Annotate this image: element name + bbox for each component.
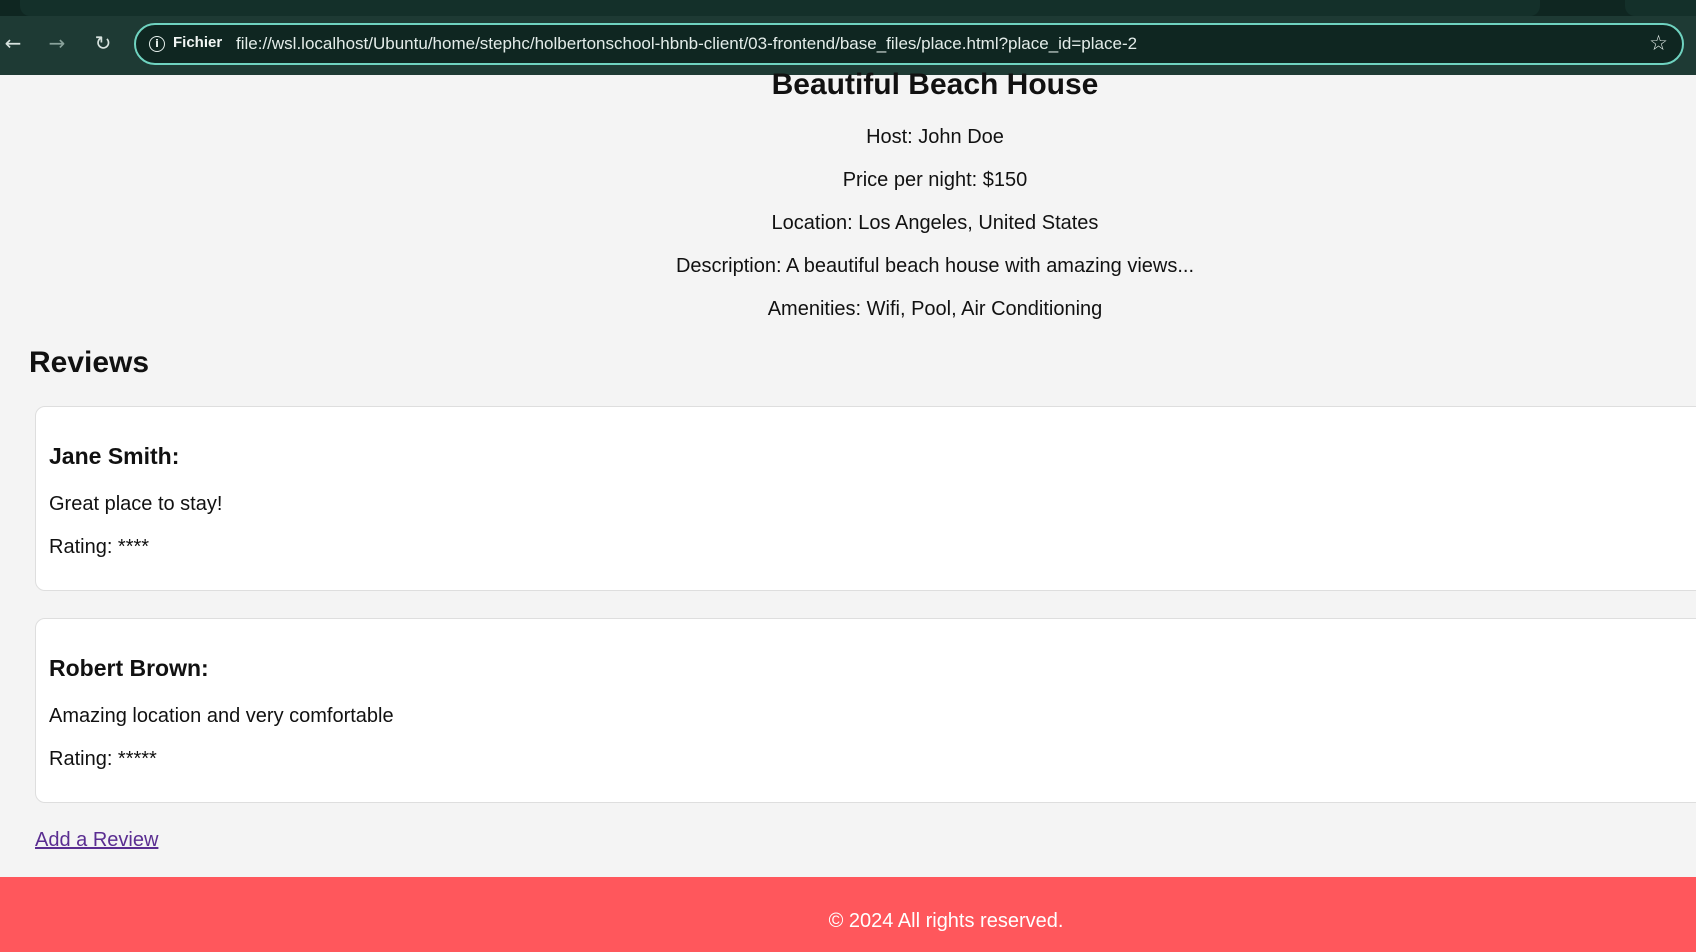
place-host: Host: John Doe (866, 126, 1004, 148)
review-comment: Amazing location and very comfortable (49, 705, 394, 727)
browser-tab[interactable] (20, 0, 1540, 16)
review-comment: Great place to stay! (49, 493, 223, 515)
review-author: Jane Smith: (49, 443, 180, 469)
footer: © 2024 All rights reserved. (0, 877, 1696, 952)
reload-button[interactable]: ↻ (90, 30, 116, 56)
url-text[interactable]: file://wsl.localhost/Ubuntu/home/stephc/… (236, 34, 1137, 54)
page: ← → ↻ i Fichier file://wsl.localhost/Ubu… (0, 0, 1696, 952)
forward-button[interactable]: → (44, 30, 70, 56)
review-rating: Rating: **** (49, 536, 150, 558)
browser-tab-secondary[interactable] (1625, 0, 1696, 16)
review-card: Jane Smith: Great place to stay! Rating:… (35, 406, 1696, 591)
footer-text: © 2024 All rights reserved. (828, 910, 1064, 932)
security-chip[interactable]: Fichier (173, 34, 222, 51)
place-details-page: Beautiful Beach House Host: John Doe Pri… (0, 68, 1696, 877)
review-card: Robert Brown: Amazing location and very … (35, 618, 1696, 803)
place-location: Location: Los Angeles, United States (771, 212, 1099, 234)
place-description: Description: A beautiful beach house wit… (675, 255, 1195, 277)
tab-strip (0, 0, 1696, 16)
reviews-heading: Reviews (29, 346, 150, 379)
review-author: Robert Brown: (49, 655, 209, 681)
place-price: Price per night: $150 (842, 169, 1028, 191)
reload-icon: ↻ (94, 31, 112, 55)
add-review-link[interactable]: Add a Review (35, 829, 158, 852)
back-button[interactable]: ← (0, 30, 26, 56)
bookmark-star-icon[interactable]: ☆ (1649, 31, 1668, 55)
address-bar[interactable]: i Fichier file://wsl.localhost/Ubuntu/ho… (134, 23, 1684, 65)
browser-toolbar: ← → ↻ i Fichier file://wsl.localhost/Ubu… (0, 0, 1696, 75)
review-rating: Rating: ***** (49, 748, 157, 770)
info-icon[interactable]: i (149, 36, 165, 52)
place-title: Beautiful Beach House (771, 68, 1099, 101)
place-amenities: Amenities: Wifi, Pool, Air Conditioning (767, 298, 1103, 320)
arrow-left-icon: ← (4, 31, 22, 55)
arrow-right-icon: → (48, 31, 66, 55)
